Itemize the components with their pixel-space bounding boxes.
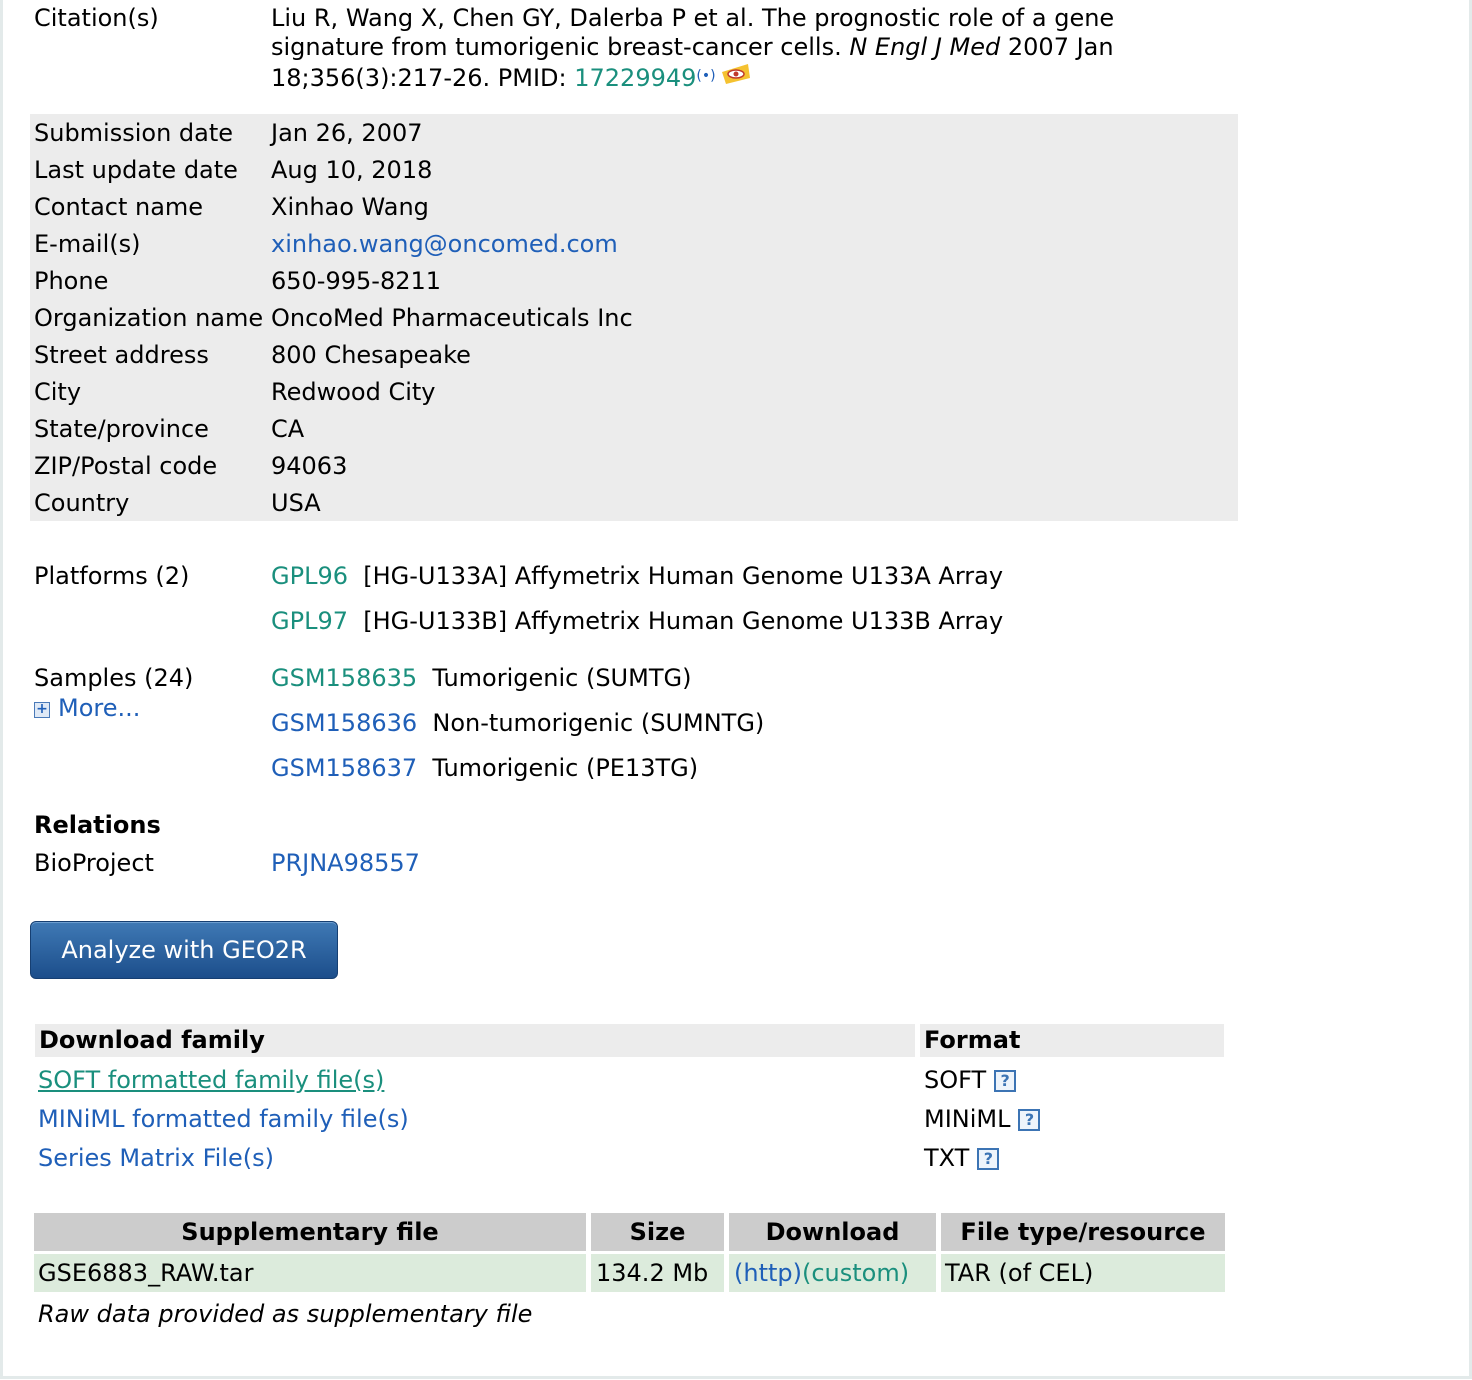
email-link[interactable]: xinhao.wang@oncomed.com <box>271 226 618 263</box>
contact-label: Street address <box>34 341 209 369</box>
contact-label: Organization name <box>34 304 264 332</box>
contact-value: 650-995-8211 <box>271 267 442 295</box>
help-icon[interactable]: ? <box>1018 1109 1041 1131</box>
contact-label: Last update date <box>34 156 238 184</box>
supp-header-file: Supplementary file <box>34 1213 586 1251</box>
download-family-header: Download family <box>35 1024 915 1057</box>
contact-label: Contact name <box>34 193 204 221</box>
sample-link[interactable]: GSM158636 <box>271 709 417 737</box>
platform-link[interactable]: GPL97 <box>271 607 348 635</box>
contact-label: Phone <box>34 267 109 295</box>
supp-header-size: Size <box>591 1213 724 1251</box>
series-matrix-link[interactable]: Series Matrix File(s) <box>38 1144 274 1172</box>
format-header: Format <box>920 1024 1224 1057</box>
supp-file-name: GSE6883_RAW.tar <box>34 1254 586 1292</box>
sample-row: GSM158636 Non-tumorigenic (SUMNTG) <box>271 709 764 737</box>
help-icon[interactable]: ? <box>977 1148 1000 1170</box>
miniml-family-link[interactable]: MINiML formatted family file(s) <box>38 1105 409 1133</box>
citation-journal: N Engl J Med <box>849 33 1001 61</box>
supp-header-type: File type/resource <box>941 1213 1225 1251</box>
supp-note: Raw data provided as supplementary file <box>38 1300 533 1328</box>
samples-label: Samples (24) <box>34 664 194 692</box>
contact-value: 800 Chesapeake <box>271 341 471 369</box>
format-cell: SOFT? <box>924 1066 1017 1094</box>
platform-row: GPL96 [HG-U133A] Affymetrix Human Genome… <box>271 562 1003 590</box>
format-label: SOFT <box>924 1066 987 1094</box>
contact-label: Country <box>34 489 130 517</box>
help-icon[interactable]: ? <box>994 1070 1017 1092</box>
contact-value: Aug 10, 2018 <box>271 156 433 184</box>
contact-value: Jan 26, 2007 <box>271 119 423 147</box>
platform-link[interactable]: GPL96 <box>271 562 348 590</box>
pmid-link[interactable]: 17229949 <box>574 64 696 92</box>
contact-value: 94063 <box>271 452 348 480</box>
sample-row: GSM158635 Tumorigenic (SUMTG) <box>271 664 691 692</box>
supp-header-download: Download <box>729 1213 936 1251</box>
contact-label: City <box>34 378 82 406</box>
format-cell: TXT? <box>924 1144 1000 1172</box>
supp-download-cell: (http)(custom) <box>729 1254 936 1292</box>
format-cell: MINiML? <box>924 1105 1041 1133</box>
contact-value: USA <box>271 489 321 517</box>
format-label: TXT <box>924 1144 970 1172</box>
eye-icon[interactable] <box>720 62 752 95</box>
format-label: MINiML <box>924 1105 1011 1133</box>
contact-label: E-mail(s) <box>34 230 141 258</box>
expand-plus-icon[interactable]: + <box>34 702 50 718</box>
custom-download-link[interactable]: (custom) <box>802 1259 909 1287</box>
contact-value: Xinhao Wang <box>271 193 429 221</box>
contact-value: Redwood City <box>271 378 436 406</box>
citation-label: Citation(s) <box>34 4 159 32</box>
platform-desc: [HG-U133B] Affymetrix Human Genome U133B… <box>363 607 1004 635</box>
analyze-geo2r-button[interactable]: Analyze with GEO2R <box>30 921 338 979</box>
contact-label: ZIP/Postal code <box>34 452 218 480</box>
supp-file-type: TAR (of CEL) <box>941 1254 1225 1292</box>
citation-text: Liu R, Wang X, Chen GY, Dalerba P et al.… <box>271 4 1151 95</box>
sample-desc: Tumorigenic (SUMTG) <box>432 664 692 692</box>
platform-desc: [HG-U133A] Affymetrix Human Genome U133A… <box>363 562 1004 590</box>
more-samples-link[interactable]: More... <box>58 694 140 722</box>
supp-file-size: 134.2 Mb <box>591 1254 724 1292</box>
sample-desc: Non-tumorigenic (SUMNTG) <box>432 709 765 737</box>
sample-desc: Tumorigenic (PE13TG) <box>432 754 699 782</box>
bioproject-link[interactable]: PRJNA98557 <box>271 849 420 877</box>
pubmed-signal-icon[interactable]: (•) <box>696 68 715 84</box>
contact-value: CA <box>271 415 305 443</box>
bioproject-label: BioProject <box>34 849 154 877</box>
contact-label: State/province <box>34 415 209 443</box>
platforms-label: Platforms (2) <box>34 562 190 590</box>
sample-link[interactable]: GSM158635 <box>271 664 417 692</box>
sample-link[interactable]: GSM158637 <box>271 754 417 782</box>
platform-row: GPL97 [HG-U133B] Affymetrix Human Genome… <box>271 607 1003 635</box>
contact-label: Submission date <box>34 119 234 147</box>
http-download-link[interactable]: (http) <box>734 1259 802 1287</box>
sample-row: GSM158637 Tumorigenic (PE13TG) <box>271 754 698 782</box>
contact-value: OncoMed Pharmaceuticals Inc <box>271 304 633 332</box>
more-samples-toggle[interactable]: + More... <box>34 694 140 722</box>
soft-family-link[interactable]: SOFT formatted family file(s) <box>38 1066 384 1094</box>
relations-heading: Relations <box>34 811 161 839</box>
